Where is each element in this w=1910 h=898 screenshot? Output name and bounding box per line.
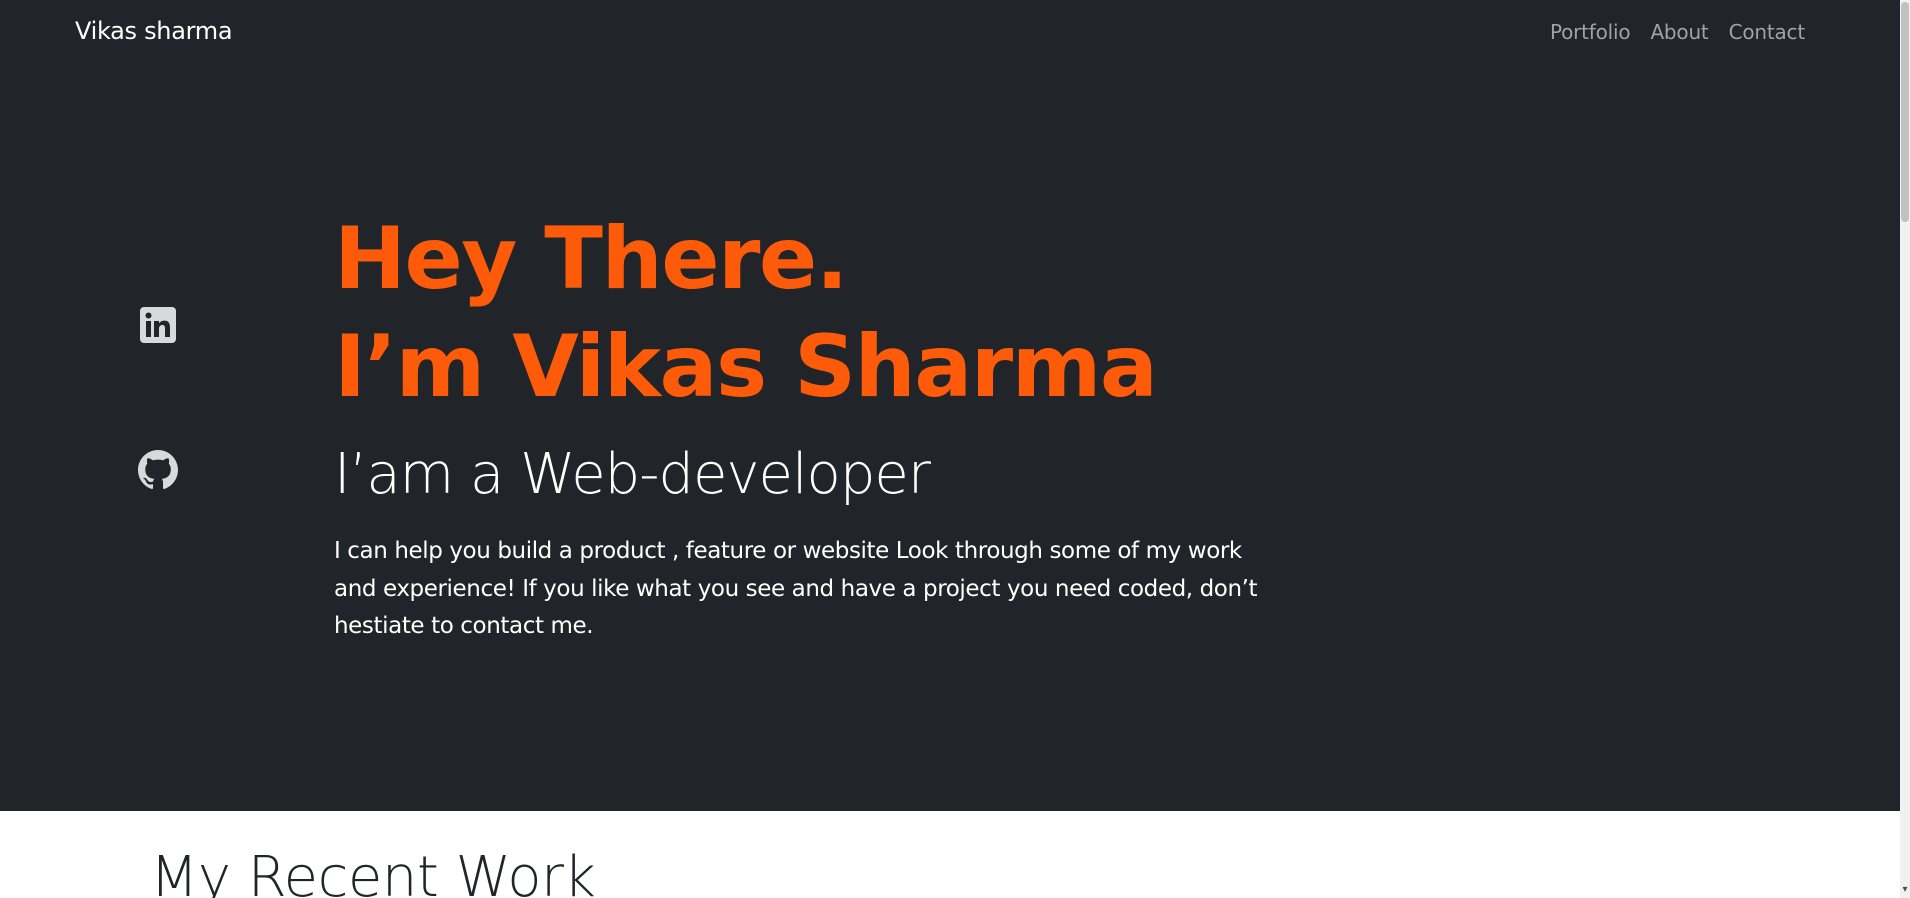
- page-scrollbar[interactable]: ▾: [1900, 0, 1910, 898]
- main-nav: Portfolio About Contact: [1550, 20, 1805, 44]
- recent-work-title: My Recent Work: [150, 845, 596, 898]
- linkedin-link[interactable]: [138, 305, 178, 345]
- scrollbar-thumb[interactable]: [1901, 2, 1909, 222]
- page: Vikas sharma Portfolio About Contact Hey…: [0, 0, 1910, 898]
- linkedin-icon: [140, 307, 176, 343]
- hero-intro-text: I can help you build a product , feature…: [334, 538, 1258, 639]
- headline-line-1: Hey There.: [334, 209, 848, 309]
- nav-link-about[interactable]: About: [1650, 20, 1708, 44]
- hero-subheadline: I’am a Web-developer: [334, 442, 931, 507]
- nav-link-portfolio[interactable]: Portfolio: [1550, 20, 1631, 44]
- scroll-down-arrow-icon[interactable]: ▾: [1900, 884, 1910, 896]
- hero-section: Vikas sharma Portfolio About Contact Hey…: [0, 0, 1900, 811]
- hero-headline: Hey There. I’m Vikas Sharma: [334, 205, 1158, 421]
- github-link[interactable]: [138, 450, 178, 490]
- brand-link[interactable]: Vikas sharma: [75, 17, 233, 45]
- nav-link-contact[interactable]: Contact: [1729, 20, 1806, 44]
- headline-line-2: I’m Vikas Sharma: [334, 317, 1158, 417]
- github-icon: [138, 450, 178, 490]
